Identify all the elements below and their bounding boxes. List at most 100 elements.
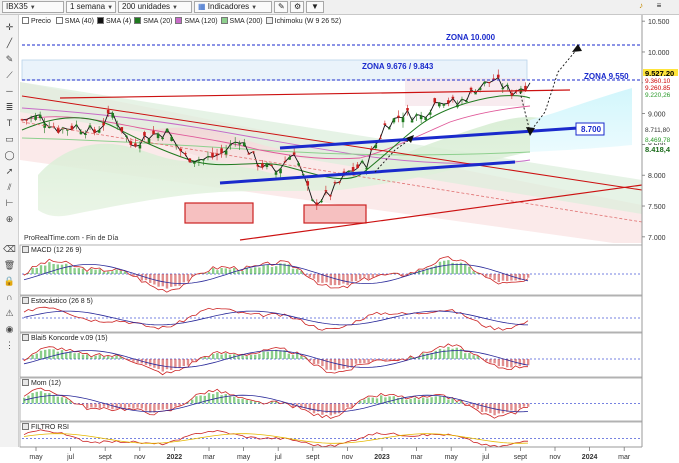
mom-bar bbox=[405, 399, 408, 404]
candle-body bbox=[229, 144, 232, 146]
candle-body bbox=[115, 124, 119, 126]
legend-item[interactable]: SMA (20) bbox=[134, 17, 172, 25]
candle-body bbox=[138, 145, 142, 149]
axis-tick-label: 10.500 bbox=[648, 19, 670, 26]
macd-bar bbox=[485, 274, 488, 277]
macd-bar bbox=[262, 265, 265, 274]
candle-body bbox=[410, 120, 414, 123]
mom-bar bbox=[165, 403, 169, 410]
macd-bar bbox=[212, 268, 215, 274]
macd-panel-title[interactable]: MACD (12 26 9) bbox=[22, 246, 82, 254]
koncorde-bar bbox=[98, 354, 101, 359]
stoch-title: Estocástico (26 8 5) bbox=[31, 298, 93, 305]
macd-bar bbox=[216, 270, 219, 274]
candle-body bbox=[406, 108, 409, 111]
mom-bar bbox=[451, 398, 454, 404]
macd-bar bbox=[472, 271, 475, 274]
macd-bar bbox=[346, 274, 349, 286]
macd-bar bbox=[90, 268, 93, 274]
koncorde-bar bbox=[73, 353, 76, 359]
legend-item[interactable]: Ichimoku (W 9 26 52) bbox=[265, 17, 341, 25]
koncorde-panel bbox=[19, 332, 643, 378]
koncorde-bar bbox=[342, 359, 345, 369]
macd-bar bbox=[367, 274, 370, 279]
mom-bar bbox=[44, 393, 47, 404]
koncorde-bar bbox=[60, 350, 64, 359]
mom-bar bbox=[195, 396, 198, 404]
macd-bar bbox=[489, 274, 492, 278]
candle-body bbox=[292, 152, 296, 155]
legend-item-label: SMA (20) bbox=[143, 18, 173, 25]
koncorde-panel-title[interactable]: Blai5 Koncorde v.09 (15) bbox=[22, 334, 108, 342]
mom-bar bbox=[413, 397, 416, 404]
support-box-1 bbox=[184, 202, 254, 224]
legend-swatch bbox=[96, 17, 104, 24]
candle-body bbox=[152, 130, 155, 134]
macd-bar bbox=[447, 260, 450, 274]
mom-bar bbox=[367, 397, 370, 404]
koncorde-bar bbox=[438, 348, 442, 359]
candle-body bbox=[256, 164, 260, 167]
macd-bar bbox=[497, 274, 500, 283]
koncorde-bar bbox=[191, 359, 194, 362]
macd-bar bbox=[359, 274, 362, 280]
koncorde-bar bbox=[111, 356, 114, 359]
koncorde-bar bbox=[161, 359, 164, 372]
koncorde-bar bbox=[153, 359, 156, 368]
legend-item[interactable]: SMA (4) bbox=[96, 17, 131, 25]
rsi-panel-title[interactable]: FILTRO RSI bbox=[22, 423, 69, 431]
koncorde-bar bbox=[39, 350, 43, 359]
macd-bar bbox=[170, 274, 173, 287]
mom-bar bbox=[380, 395, 383, 404]
mom-bar bbox=[144, 403, 148, 411]
candle-body bbox=[388, 128, 391, 130]
mom-panel-title[interactable]: Mom (12) bbox=[22, 379, 61, 387]
legend-price[interactable]: Precio bbox=[22, 17, 51, 25]
candle-body bbox=[297, 163, 300, 166]
candle-body bbox=[183, 152, 187, 155]
candle-body bbox=[20, 119, 24, 121]
macd-bar bbox=[107, 271, 110, 274]
stoch-swatch bbox=[22, 297, 29, 304]
macd-bar bbox=[241, 271, 244, 274]
axis-tick-label: 8.000 bbox=[648, 173, 666, 180]
macd-bar bbox=[254, 267, 257, 274]
legend-item[interactable]: SMA (40) bbox=[55, 17, 94, 25]
koncorde-swatch bbox=[22, 334, 29, 341]
candle-body bbox=[170, 136, 173, 141]
koncorde-bar bbox=[203, 357, 206, 359]
candle-body bbox=[478, 87, 482, 90]
mom-bar bbox=[522, 403, 526, 407]
candle-body bbox=[474, 93, 477, 95]
koncorde-bar bbox=[371, 359, 374, 361]
stoch-panel-title[interactable]: Estocástico (26 8 5) bbox=[22, 297, 93, 305]
macd-bar bbox=[94, 269, 97, 274]
koncorde-bar bbox=[279, 350, 282, 359]
candle-body bbox=[383, 123, 387, 125]
koncorde-bar bbox=[363, 359, 366, 364]
mom-bar bbox=[249, 400, 253, 404]
mom-bar bbox=[220, 395, 223, 404]
price-badge-label: 8.418,4 bbox=[645, 145, 671, 154]
mom-bar bbox=[329, 403, 332, 416]
macd-bar bbox=[233, 267, 236, 274]
legend-item[interactable]: SMA (200) bbox=[220, 17, 263, 25]
mom-bar bbox=[480, 403, 484, 412]
mom-bar bbox=[60, 397, 64, 404]
candle-body bbox=[174, 144, 178, 146]
candle-body bbox=[211, 152, 214, 158]
candle-body bbox=[102, 122, 105, 126]
candle-body bbox=[460, 99, 464, 101]
candle-body bbox=[320, 200, 323, 203]
macd-bar bbox=[501, 274, 505, 281]
koncorde-bar bbox=[367, 359, 370, 363]
koncorde-bar bbox=[501, 359, 505, 367]
mom-bar bbox=[321, 403, 324, 415]
watermark-label: ProRealTime.com - Fin de Día bbox=[24, 235, 118, 242]
legend-item[interactable]: SMA (120) bbox=[175, 17, 218, 25]
mom-bar bbox=[128, 403, 131, 408]
candle-body bbox=[496, 74, 500, 78]
macd-bar bbox=[317, 274, 320, 283]
mom-bar bbox=[485, 403, 488, 412]
mom-bar bbox=[191, 399, 194, 404]
